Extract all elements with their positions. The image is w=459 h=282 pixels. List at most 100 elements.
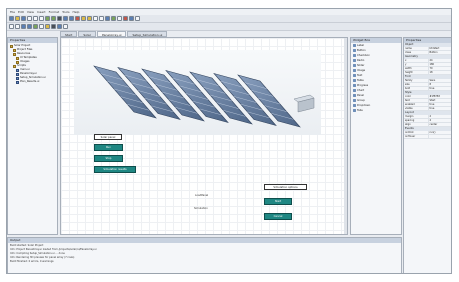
widget-item-label: Tabs [357,109,363,112]
menu-help[interactable]: Help [73,10,80,14]
move-tool-icon[interactable] [15,24,20,29]
menu-insert[interactable]: Insert [37,10,46,14]
settings-icon[interactable] [117,16,122,21]
property-value[interactable]: btnStart [427,47,452,50]
simulation-options-label[interactable]: Simulation options [264,184,307,190]
property-value[interactable]: true [427,87,452,90]
folder-icon [13,48,16,52]
secondary-toolbar [7,23,451,31]
widget-icon [353,79,356,82]
layer-icon[interactable] [129,16,134,21]
property-key: height [405,71,413,74]
widget-list: Label Button Checkbox Radio Slider Image Text T… [351,43,401,113]
property-key: family [405,79,413,82]
run-button[interactable]: Run [94,144,123,151]
widget-icon [353,89,356,92]
stop-icon[interactable] [75,16,80,21]
property-key: onHover [405,135,416,138]
property-value[interactable]: Button [427,51,452,54]
property-value[interactable]: 180 [427,63,452,66]
property-value[interactable]: Sans [427,79,452,82]
layout-icon[interactable] [63,16,68,21]
save-icon[interactable] [21,16,26,21]
menu-file[interactable]: File [10,10,15,14]
property-value[interactable]: true [427,107,452,110]
widget-icon [353,59,356,62]
grid-icon[interactable] [69,16,74,21]
main-toolbar [7,15,451,23]
run-icon[interactable] [57,16,62,21]
property-key: align [405,123,411,126]
tab-order-icon[interactable] [51,24,56,29]
zoom-out-icon[interactable] [99,16,104,21]
open-icon[interactable] [15,16,20,21]
property-value[interactable]: 70 [427,67,452,70]
redo-icon[interactable] [51,16,56,21]
align-right-icon[interactable] [87,16,92,21]
property-value[interactable]: center [427,123,452,126]
property-key: onClick [405,131,414,134]
adjust-size-icon[interactable] [45,24,50,29]
widget-item[interactable]: Tabs [351,108,401,113]
build-icon[interactable] [111,16,116,21]
property-value[interactable]: 8 [427,83,452,86]
load-panel-text: LoadPanel [195,194,209,197]
preview-icon[interactable] [105,16,110,21]
align-left-icon[interactable] [81,16,86,21]
property-value[interactable] [427,135,452,138]
property-key: bold [405,87,411,90]
solar-panel-label[interactable]: Solar panel [94,134,122,140]
zoom-in-icon[interactable] [93,16,98,21]
debug-icon[interactable] [123,16,128,21]
select-tool-icon[interactable] [9,24,14,29]
widget-icon [353,49,356,52]
grid-layout-icon[interactable] [33,24,38,29]
property-value[interactable]: 4 [427,119,452,122]
property-value[interactable]: 2 [427,115,452,118]
help-icon[interactable] [135,16,140,21]
app-window: File Edit View Insert Format Tools Help [6,8,452,274]
start-button[interactable]: Start [264,198,292,205]
new-icon[interactable] [9,16,14,21]
cancel-button[interactable]: Cancel [264,213,292,220]
cut-icon[interactable] [27,16,32,21]
signals-icon[interactable] [57,24,62,29]
menu-view[interactable]: View [27,10,34,14]
property-key: class [405,51,411,54]
break-layout-icon[interactable] [39,24,44,29]
project-explorer: Properties Solar Project Project Files Res… [7,37,58,235]
property-key: width [405,67,412,70]
property-value[interactable]: run() [427,131,452,134]
property-value[interactable]: 18 [427,71,452,74]
property-key: x [405,59,407,62]
design-canvas[interactable]: Solar panel Run Stop Simulation results … [60,37,348,235]
property-value[interactable]: #1f8783 [427,95,452,98]
building-icon [293,94,315,113]
canvas-scrollbar[interactable] [344,38,347,234]
file-icon [16,68,19,72]
widget-icon [353,69,356,72]
project-tree: Solar Project Project Files Resources UI Te… [8,43,57,85]
menu-edit[interactable]: Edit [18,10,24,14]
property-key: text [405,99,410,102]
hbox-icon[interactable] [21,24,26,29]
property-value[interactable]: true [427,103,452,106]
buddy-icon[interactable] [63,24,68,29]
menu-tools[interactable]: Tools [62,10,69,14]
folder-icon [10,44,13,48]
tree-item[interactable]: Plan_Results.ui [10,80,55,84]
property-value[interactable]: Start [427,99,452,102]
property-row[interactable]: onHover [404,135,452,139]
copy-icon[interactable] [33,16,38,21]
property-key: color [405,95,411,98]
file-icon [16,80,19,84]
menu-format[interactable]: Format [49,10,60,14]
vbox-icon[interactable] [27,24,32,29]
stop-button[interactable]: Stop [94,155,123,162]
widget-icon [353,94,356,97]
undo-icon[interactable] [45,16,50,21]
property-key: name [405,47,412,50]
property-value[interactable]: 24 [427,59,452,62]
simulation-results-button[interactable]: Simulation results [94,166,136,173]
paste-icon[interactable] [39,16,44,21]
